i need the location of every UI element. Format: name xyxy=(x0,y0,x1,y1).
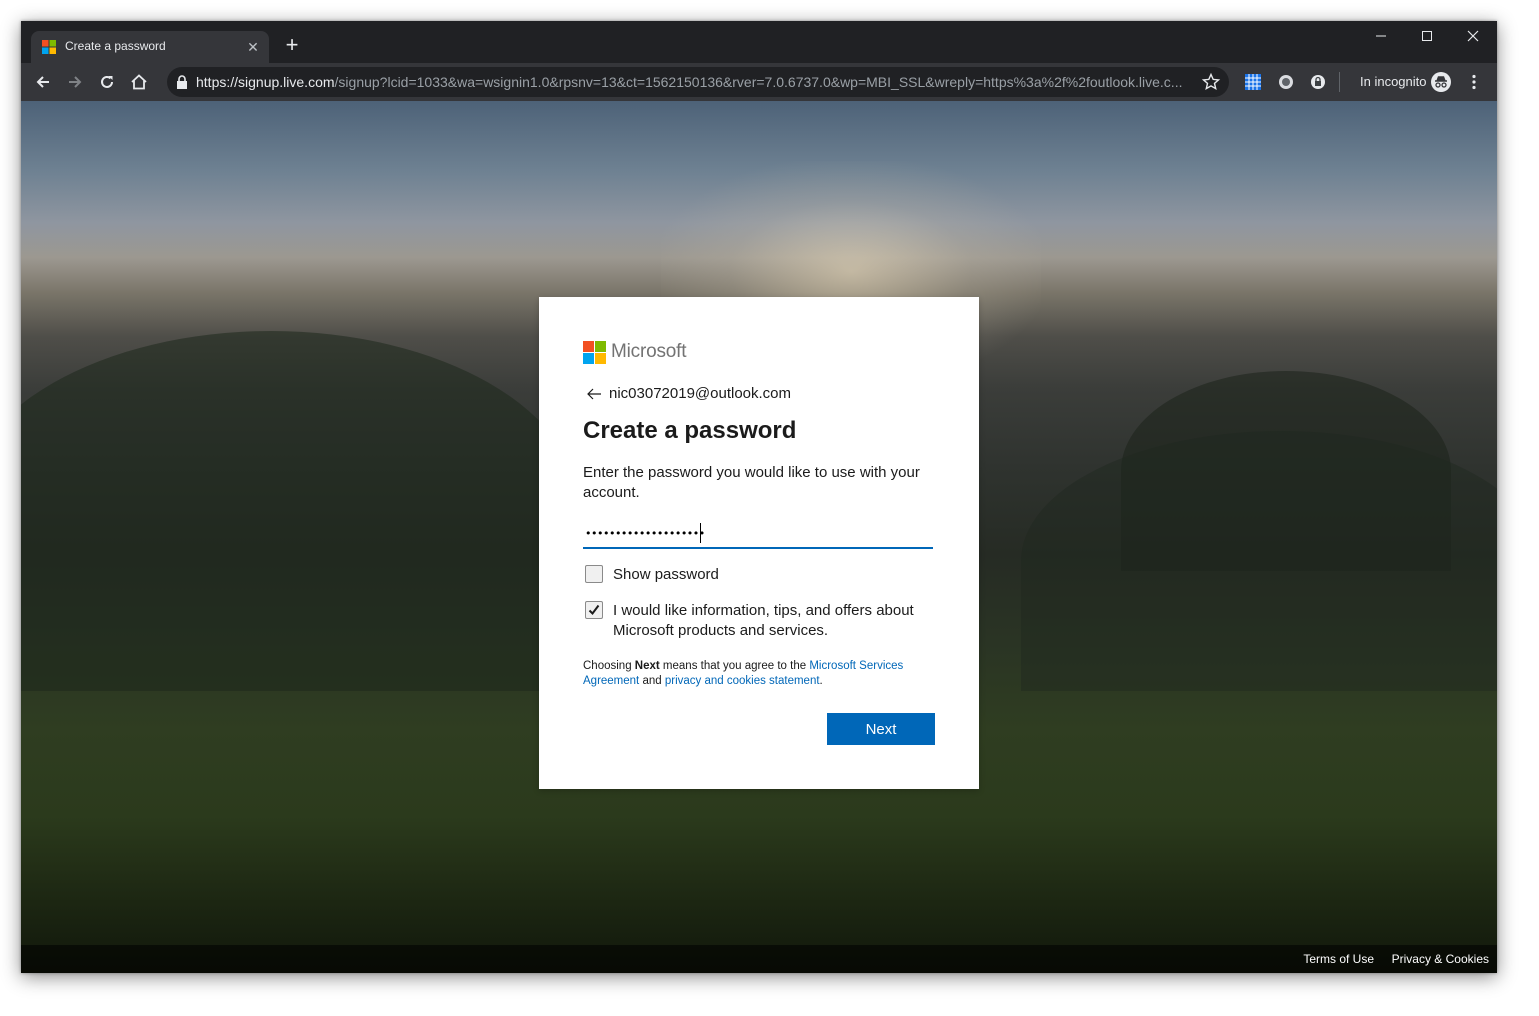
tab-create-password[interactable]: Create a password ✕ xyxy=(31,31,269,63)
legal-middle: means that you agree to the xyxy=(659,660,810,672)
legal-suffix: . xyxy=(819,675,823,687)
incognito-icon[interactable] xyxy=(1429,70,1453,94)
marketing-checkbox[interactable] xyxy=(585,601,603,619)
background-hill-left xyxy=(21,331,581,691)
extension-circle-icon[interactable] xyxy=(1274,70,1298,94)
tab-strip: Create a password ✕ + xyxy=(21,21,1497,63)
microsoft-favicon xyxy=(42,40,56,54)
privacy-statement-link[interactable]: privacy and cookies statement xyxy=(665,675,820,687)
privacy-cookies-link[interactable]: Privacy & Cookies xyxy=(1392,952,1489,966)
url-host: signup.live.com xyxy=(238,74,335,90)
show-password-checkbox[interactable] xyxy=(585,565,603,583)
tab-title: Create a password xyxy=(65,39,166,53)
home-icon xyxy=(131,74,147,90)
page-footer: Terms of Use Privacy & Cookies xyxy=(21,945,1497,973)
incognito-label[interactable]: In incognito xyxy=(1360,74,1427,89)
password-field[interactable] xyxy=(583,519,933,549)
url-scheme: https:// xyxy=(196,74,239,90)
checkmark-icon xyxy=(588,604,600,616)
brand-name: Microsoft xyxy=(611,341,687,362)
close-icon[interactable] xyxy=(1450,21,1496,51)
lock-icon xyxy=(177,75,187,89)
page-viewport: Microsoft nic03072019@outlook.com Create… xyxy=(21,101,1497,973)
forward-button[interactable] xyxy=(63,70,87,94)
account-identity[interactable]: nic03072019@outlook.com xyxy=(609,385,791,402)
url-path: /signup?lcid=1033&wa=wsignin1.0&rpsnv=13… xyxy=(334,74,1183,90)
reload-icon xyxy=(101,75,113,88)
legal-text: Choosing Next means that you agree to th… xyxy=(583,659,943,689)
home-button[interactable] xyxy=(127,70,151,94)
description-text: Enter the password you would like to use… xyxy=(583,464,920,501)
extension-lock-icon[interactable] xyxy=(1306,70,1330,94)
back-arrow-icon[interactable] xyxy=(586,387,602,401)
next-button[interactable]: Next xyxy=(827,713,935,745)
text-caret xyxy=(700,523,701,543)
tab-close-icon[interactable]: ✕ xyxy=(243,37,263,57)
browser-window: Create a password ✕ + https://signup.liv… xyxy=(21,21,1497,973)
marketing-label[interactable]: I would like information, tips, and offe… xyxy=(613,601,943,641)
legal-prefix: Choosing xyxy=(583,660,635,672)
legal-and: and xyxy=(639,675,665,687)
menu-kebab-icon[interactable] xyxy=(1462,70,1486,94)
minimize-icon[interactable] xyxy=(1358,21,1404,51)
terms-of-use-link[interactable]: Terms of Use xyxy=(1303,952,1374,966)
extension-grid-icon[interactable] xyxy=(1241,70,1265,94)
show-password-label[interactable]: Show password xyxy=(613,565,943,585)
arrow-right-icon xyxy=(69,76,82,88)
maximize-icon[interactable] xyxy=(1404,21,1450,51)
address-bar[interactable]: https://signup.live.com/signup?lcid=1033… xyxy=(167,67,1229,97)
browser-toolbar: https://signup.live.com/signup?lcid=1033… xyxy=(21,63,1497,101)
url-text: https://signup.live.com/signup?lcid=1033… xyxy=(196,74,1196,90)
bookmark-star-icon[interactable] xyxy=(1201,72,1221,92)
new-tab-button[interactable]: + xyxy=(280,34,304,58)
reload-button[interactable] xyxy=(95,70,119,94)
microsoft-logo-icon xyxy=(583,341,606,364)
back-button[interactable] xyxy=(31,70,55,94)
arrow-left-icon xyxy=(36,76,49,88)
legal-next-bold: Next xyxy=(634,660,660,672)
signup-card: Microsoft nic03072019@outlook.com Create… xyxy=(539,297,979,789)
page-title: Create a password xyxy=(583,417,797,444)
background-hill-far-right xyxy=(1021,431,1497,691)
toolbar-separator xyxy=(1339,72,1340,92)
